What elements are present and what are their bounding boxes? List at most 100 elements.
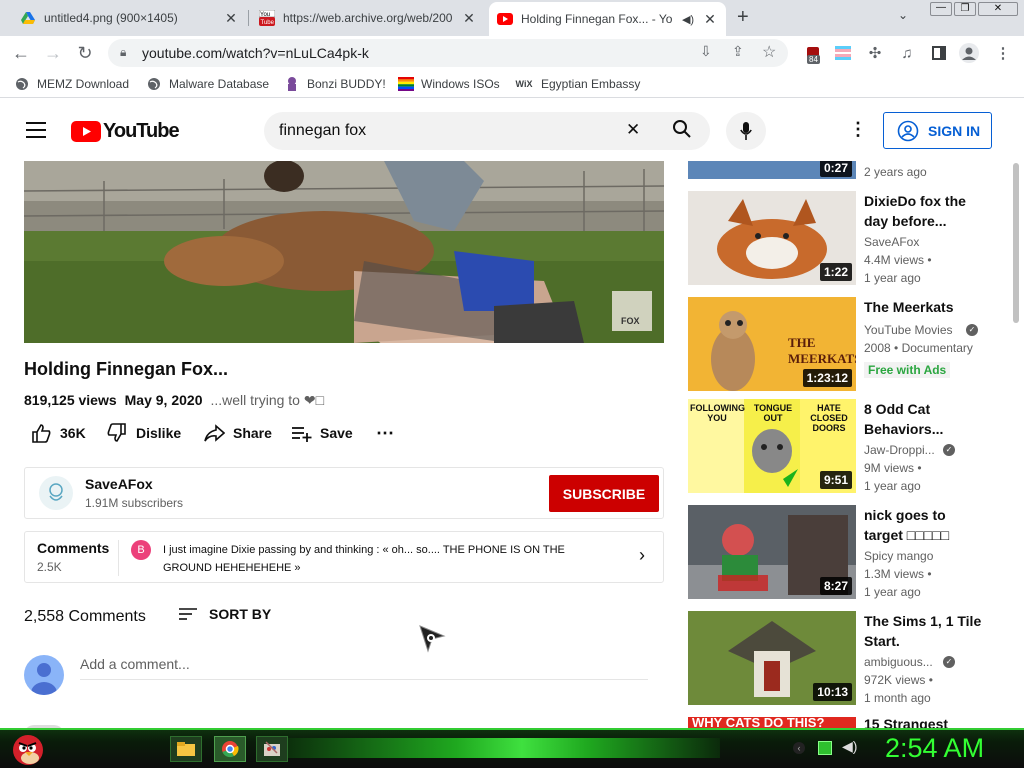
- bookmark-windows-isos[interactable]: Windows ISOs: [398, 76, 500, 92]
- scrollbar-thumb[interactable]: [1013, 163, 1019, 323]
- browser-menu-icon[interactable]: ⋮: [992, 42, 1014, 64]
- related-video-0[interactable]: 0:27 2 years ago: [688, 161, 1008, 179]
- bookmark-malware-db[interactable]: Malware Database: [146, 76, 269, 92]
- install-icon[interactable]: ⇩: [700, 43, 712, 60]
- related-video-2[interactable]: THE MEERKATS 1:23:12 The Meerkats YouTub…: [688, 297, 1008, 391]
- start-button-angry-bird-icon[interactable]: [8, 728, 48, 768]
- bookmark-label: Malware Database: [169, 77, 270, 91]
- video-age: 1 year ago: [864, 271, 921, 285]
- channel-card: SaveAFox 1.91M subscribers SUBSCRIBE: [24, 467, 664, 519]
- channel-name[interactable]: YouTube Movies: [864, 323, 953, 337]
- voice-search-icon[interactable]: [726, 112, 766, 150]
- thumbnail-text: THE MEERKATS: [788, 335, 856, 366]
- sort-icon: [179, 608, 197, 620]
- file-explorer-icon[interactable]: [170, 736, 202, 762]
- sign-in-button[interactable]: SIGN IN: [883, 112, 992, 149]
- speaker-icon[interactable]: ◀︎): [680, 13, 696, 26]
- globe-icon: [146, 76, 162, 92]
- close-tab-icon[interactable]: ✕: [702, 11, 718, 28]
- video-views: 972K views •: [864, 673, 933, 687]
- settings-more-icon[interactable]: ⋮: [849, 119, 867, 140]
- sort-by-button[interactable]: SORT BY: [178, 606, 271, 622]
- browser-toolbar: ← → ↻ 🔒︎ youtube.com/watch?v=nLuLCa4pk-k…: [0, 36, 1024, 70]
- thumbs-up-icon: [32, 424, 51, 443]
- close-window-icon[interactable]: ✕: [978, 2, 1018, 16]
- close-tab-icon[interactable]: ✕: [461, 10, 477, 27]
- back-icon[interactable]: ←: [8, 40, 34, 66]
- related-video-3[interactable]: FOLLOWING YOU TONGUE OUT HATE CLOSED DOO…: [688, 399, 1008, 493]
- channel-avatar[interactable]: [39, 476, 73, 510]
- extension-flag-icon[interactable]: [832, 42, 854, 64]
- close-tab-icon[interactable]: ✕: [223, 10, 239, 27]
- search-icon[interactable]: [672, 119, 692, 144]
- dislike-button[interactable]: Dislike: [106, 421, 181, 445]
- reload-icon[interactable]: ↻: [72, 40, 98, 66]
- bookmark-egyptian-embassy[interactable]: WiX Egyptian Embassy: [514, 76, 641, 92]
- restore-icon[interactable]: ❐: [954, 2, 976, 16]
- address-bar[interactable]: 🔒︎ youtube.com/watch?v=nLuLCa4pk-k ⇩ ⇪ ☆: [108, 39, 788, 67]
- video-views: 4.4M views •: [864, 253, 932, 267]
- paint-icon[interactable]: [256, 736, 288, 762]
- comments-total: 2,558 Comments: [24, 608, 146, 625]
- video-info[interactable]: 819,125 views May 9, 2020 ...well trying…: [24, 392, 324, 409]
- extension-badge: 84: [807, 55, 820, 64]
- search-box[interactable]: finnegan fox ✕: [264, 112, 710, 150]
- network-icon[interactable]: [818, 741, 832, 755]
- tab-untitled4[interactable]: untitled4.png (900×1405) ✕: [12, 4, 247, 32]
- thumbnail-text: FOLLOWING YOU: [690, 403, 745, 423]
- minimize-icon[interactable]: —: [930, 2, 952, 16]
- bookmark-bonzi[interactable]: Bonzi BUDDY!: [284, 76, 386, 92]
- related-video-5[interactable]: 10:13 The Sims 1, 1 Tile Start. ambiguou…: [688, 611, 1008, 705]
- video-player[interactable]: FOX: [24, 161, 664, 343]
- channel-name[interactable]: ambiguous...: [864, 655, 933, 669]
- tab-youtube-active[interactable]: Holding Finnegan Fox... - Yo ◀︎) ✕: [489, 2, 726, 36]
- show-hidden-icons-icon[interactable]: ‹: [793, 742, 805, 754]
- extensions-puzzle-icon[interactable]: ✣: [864, 42, 886, 64]
- chevron-down-icon[interactable]: ⌄: [898, 8, 908, 22]
- youtube-logo[interactable]: YouTube: [71, 120, 180, 143]
- chevron-right-icon[interactable]: ›: [639, 545, 645, 566]
- page-scrollbar[interactable]: [1012, 161, 1020, 728]
- related-video-6[interactable]: WHY CATS DO THIS? 15 Strangest: [688, 717, 1008, 728]
- media-control-icon[interactable]: ♫: [896, 42, 918, 64]
- video-title: Holding Finnegan Fox...: [24, 359, 228, 379]
- more-actions-icon[interactable]: ⋯: [376, 421, 394, 445]
- new-tab-icon[interactable]: +: [737, 6, 749, 29]
- video-thumbnail: 0:27: [688, 161, 856, 179]
- save-button[interactable]: Save: [290, 421, 353, 445]
- hamburger-menu-icon[interactable]: [26, 122, 46, 138]
- tab-web-archive[interactable]: You Tube https://web.archive.org/web/200 …: [251, 4, 485, 32]
- channel-name[interactable]: SaveAFox: [85, 476, 153, 492]
- tab-label: https://web.archive.org/web/200: [283, 11, 453, 25]
- subscribe-button[interactable]: SUBSCRIBE: [549, 475, 659, 512]
- verified-check-icon: ✓: [943, 444, 955, 456]
- svg-text:Tube: Tube: [261, 20, 275, 26]
- channel-name[interactable]: Spicy mango: [864, 549, 933, 563]
- bookmark-star-icon[interactable]: ☆: [762, 42, 776, 62]
- side-panel-icon[interactable]: [928, 42, 950, 64]
- like-button[interactable]: 36K: [30, 421, 86, 445]
- bookmark-memz[interactable]: MEMZ Download: [14, 76, 129, 92]
- chrome-icon[interactable]: [214, 736, 246, 762]
- globe-icon: [14, 76, 30, 92]
- thumbnail-text: WHY CATS DO THIS?: [692, 717, 825, 728]
- channel-watermark[interactable]: FOX: [621, 316, 640, 326]
- share-button[interactable]: Share: [203, 421, 272, 445]
- volume-icon[interactable]: ◀︎): [842, 738, 857, 755]
- bookmarks-bar: MEMZ Download Malware Database Bonzi BUD…: [0, 70, 1024, 98]
- tab-strip: untitled4.png (900×1405) ✕ You Tube https…: [0, 0, 1024, 36]
- profile-avatar-icon[interactable]: [958, 42, 980, 64]
- forward-icon[interactable]: →: [40, 40, 66, 66]
- add-comment-input[interactable]: Add a comment...: [80, 656, 648, 680]
- taskbar-clock[interactable]: 2:54 AM: [885, 733, 984, 764]
- search-input[interactable]: finnegan fox: [279, 122, 366, 140]
- related-video-4[interactable]: 8:27 nick goes to target □□□□□ Spicy man…: [688, 505, 1008, 599]
- channel-name[interactable]: SaveAFox: [864, 235, 919, 249]
- comments-teaser[interactable]: Comments 2.5K B I just imagine Dixie pas…: [24, 531, 664, 583]
- thumbs-down-icon: [107, 423, 126, 442]
- clear-search-icon[interactable]: ✕: [626, 120, 640, 140]
- related-video-1[interactable]: 1:22 DixieDo fox the day before... SaveA…: [688, 191, 1008, 285]
- channel-name[interactable]: Jaw-Droppi...: [864, 443, 935, 457]
- youtube-play-icon: [71, 121, 101, 142]
- share-icon[interactable]: ⇪: [732, 43, 744, 60]
